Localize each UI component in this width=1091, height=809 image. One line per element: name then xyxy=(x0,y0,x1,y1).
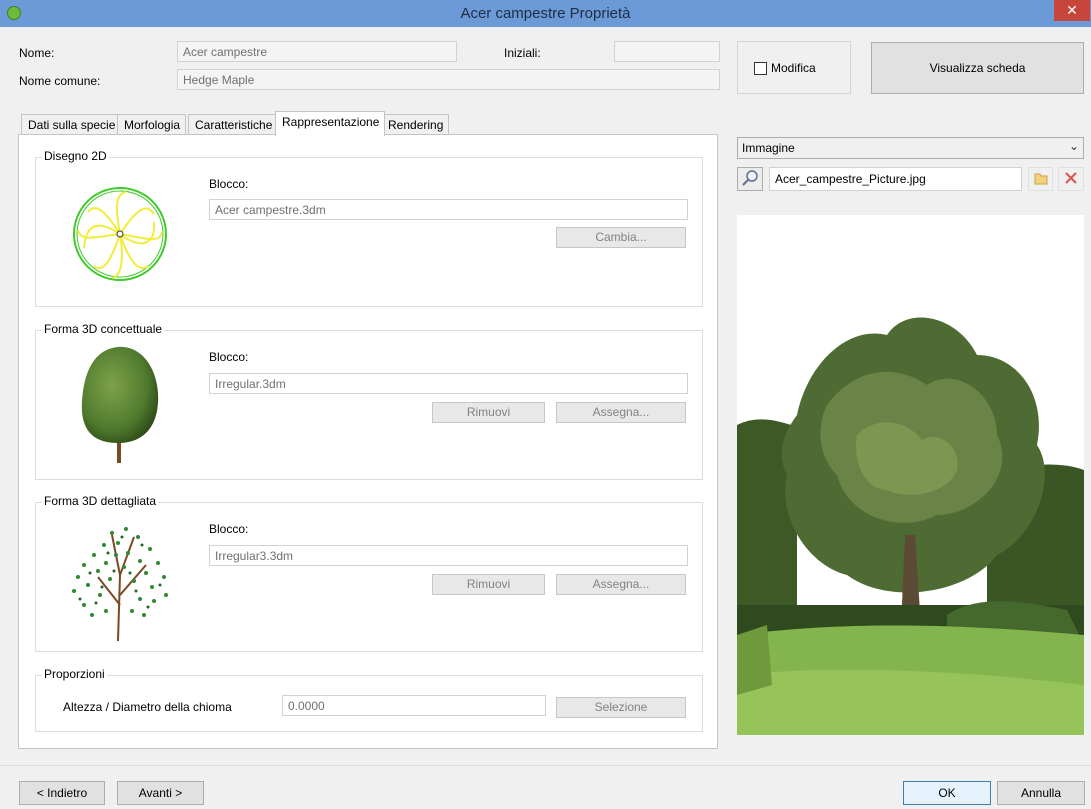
detailed-remove-button[interactable]: Rimuovi xyxy=(432,574,545,595)
selection-button[interactable]: Selezione xyxy=(556,697,686,718)
conceptual-3d-block-field[interactable]: Irregular.3dm xyxy=(209,373,688,394)
browse-folder-button[interactable] xyxy=(1028,167,1053,191)
group-drawing-2d-title: Disegno 2D xyxy=(42,149,109,163)
group-detailed-3d: Forma 3D dettagliata Blocco: Irregular3.… xyxy=(35,494,703,652)
tab-characteristics[interactable]: Caratteristiche xyxy=(188,114,279,135)
tab-morphology[interactable]: Morfologia xyxy=(117,114,187,135)
drawing-2d-block-field[interactable]: Acer campestre.3dm xyxy=(209,199,688,220)
ok-button[interactable]: OK xyxy=(903,781,991,805)
footer-separator xyxy=(0,765,1091,766)
initials-label: Iniziali: xyxy=(504,46,541,60)
chevron-down-icon: ⌄ xyxy=(1068,139,1079,153)
tab-species-data[interactable]: Dati sulla specie xyxy=(21,114,122,135)
detailed-3d-block-label: Blocco: xyxy=(209,522,249,536)
title-bar: Acer campestre Proprietà ✕ xyxy=(0,0,1091,27)
image-type-select[interactable]: Immagine ⌄ xyxy=(737,137,1084,159)
height-diameter-label: Altezza / Diametro della chioma xyxy=(63,700,232,714)
conceptual-assign-button[interactable]: Assegna... xyxy=(556,402,686,423)
edit-checkbox[interactable] xyxy=(754,62,767,75)
height-diameter-field[interactable]: 0.0000 xyxy=(282,695,546,716)
image-filename-field[interactable]: Acer_campestre_Picture.jpg xyxy=(769,167,1022,191)
cancel-button[interactable]: Annulla xyxy=(997,781,1085,805)
change-block-button[interactable]: Cambia... xyxy=(556,227,686,248)
group-detailed-3d-title: Forma 3D dettagliata xyxy=(42,494,159,508)
common-name-label: Nome comune: xyxy=(19,74,101,88)
zoom-button[interactable] xyxy=(737,167,763,191)
group-proportions-title: Proporzioni xyxy=(42,667,107,681)
detailed-tree-icon xyxy=(72,527,168,642)
tab-rendering[interactable]: Rendering xyxy=(381,114,450,135)
back-button[interactable]: < Indietro xyxy=(19,781,105,805)
conceptual-3d-block-label: Blocco: xyxy=(209,350,249,364)
delete-x-icon xyxy=(1065,172,1077,184)
tab-representation[interactable]: Rappresentazione xyxy=(275,111,386,136)
group-proportions: Proporzioni Altezza / Diametro della chi… xyxy=(35,667,703,732)
group-conceptual-3d-title: Forma 3D concettuale xyxy=(42,322,165,336)
tree-photo xyxy=(737,215,1084,735)
close-button[interactable]: ✕ xyxy=(1054,0,1090,21)
group-conceptual-3d: Forma 3D concettuale Blocco: Irregular.3… xyxy=(35,322,703,480)
magnifier-icon xyxy=(742,170,758,186)
name-label: Nome: xyxy=(19,46,55,60)
edit-checkbox-label: Modifica xyxy=(771,61,816,75)
folder-icon xyxy=(1034,173,1047,185)
delete-image-button[interactable] xyxy=(1058,167,1084,191)
next-button[interactable]: Avanti > xyxy=(117,781,204,805)
conceptual-tree-icon xyxy=(81,346,159,463)
group-drawing-2d: Disegno 2D Blocco: Acer campestre.3dm Ca… xyxy=(35,149,703,307)
view-sheet-button[interactable]: Visualizza scheda xyxy=(871,42,1084,94)
conceptual-remove-button[interactable]: Rimuovi xyxy=(432,402,545,423)
image-type-value: Immagine xyxy=(742,141,795,155)
common-name-field[interactable]: Hedge Maple xyxy=(177,69,720,90)
edit-box: Modifica xyxy=(737,41,851,94)
window-title: Acer campestre Proprietà xyxy=(460,5,631,22)
name-field[interactable]: Acer campestre xyxy=(177,41,457,62)
detailed-3d-block-field[interactable]: Irregular3.3dm xyxy=(209,545,688,566)
detailed-assign-button[interactable]: Assegna... xyxy=(556,574,686,595)
initials-field[interactable] xyxy=(614,41,720,62)
plan-symbol-icon xyxy=(73,187,167,281)
drawing-2d-block-label: Blocco: xyxy=(209,177,249,191)
close-icon: ✕ xyxy=(1066,2,1078,18)
